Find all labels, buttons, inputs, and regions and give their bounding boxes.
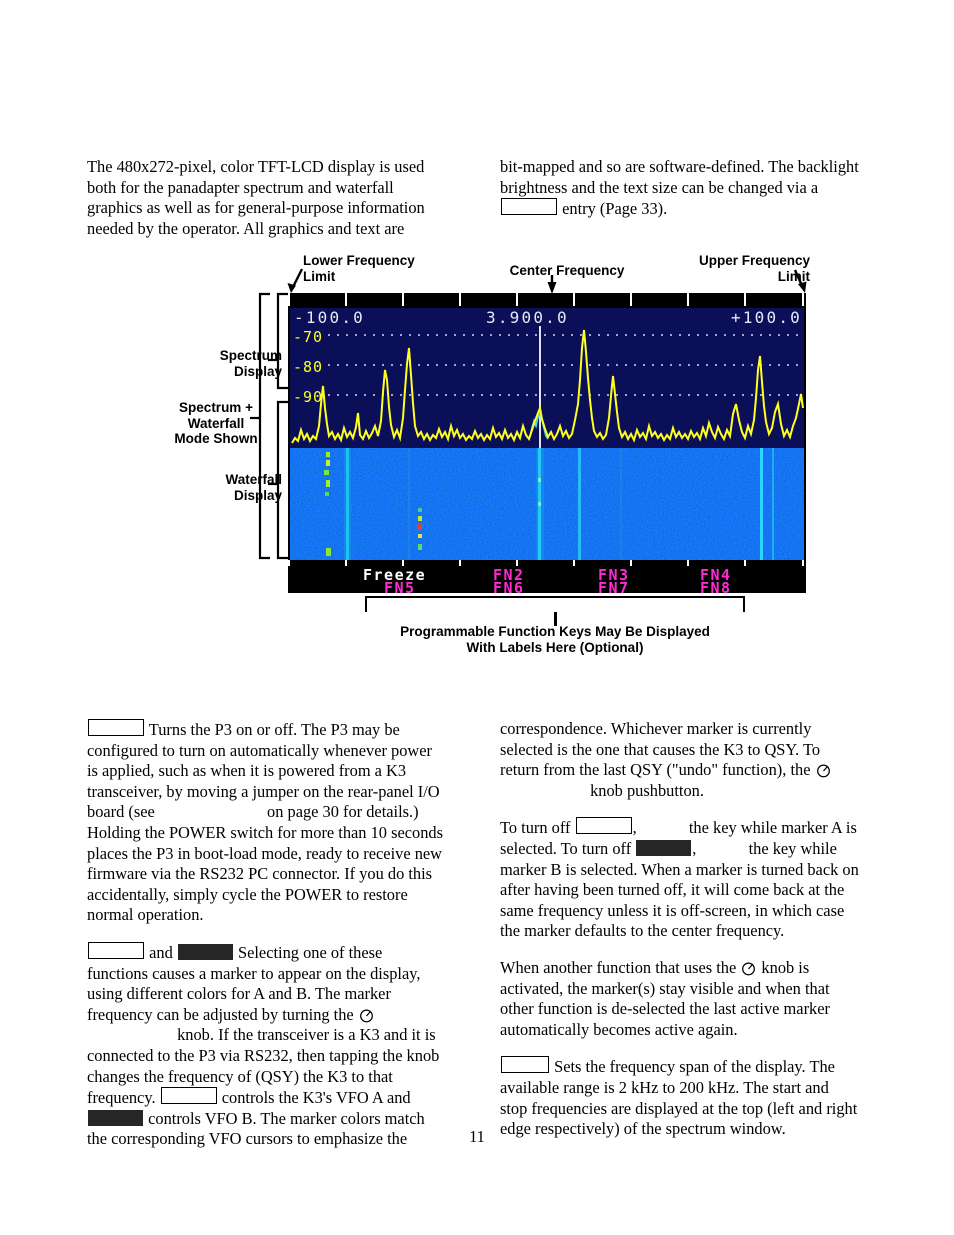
waterfall-display [290, 448, 804, 560]
spectrum-center-frequency: 3.900.0 [486, 308, 569, 327]
turnoff-seg4: , [692, 838, 701, 858]
waterfall-graph [290, 448, 804, 560]
power-paragraph: Turns the P3 on or off. The P3 may be co… [87, 719, 447, 926]
callout-upper-frequency-limit: Upper Frequency Limit [698, 253, 810, 284]
turnoff-paragraph: To turn off , the key while marker A is … [500, 817, 860, 942]
intro-right-paragraph: bit-mapped and so are software-defined. … [500, 157, 860, 220]
redacted-marker-a-box [88, 941, 144, 959]
rotary-knob-icon [359, 1008, 374, 1023]
document-page: The 480x272-pixel, color TFT-LCD display… [0, 0, 954, 1235]
redacted-vfo-a-box [160, 1087, 217, 1105]
fn-key-fn6[interactable]: FN6 [493, 579, 525, 593]
redacted-marker-b-box [636, 839, 692, 856]
redacted-marker-a-box [575, 817, 632, 835]
callout-spectrum-waterfall-mode: Spectrum + Waterfall Mode Shown [174, 400, 258, 446]
turnoff-seg2: , [632, 818, 641, 838]
function-key-span-bracket [365, 596, 745, 612]
page-number: 11 [469, 1127, 485, 1146]
fn-key-fn8[interactable]: FN8 [700, 579, 732, 593]
spectrum-graph [291, 326, 804, 448]
callout-lower-frequency-limit: Lower Frequency Limit [303, 253, 415, 284]
callout-center-frequency: Center Frequency [509, 263, 625, 278]
lcd-top-tick-bar [288, 293, 806, 309]
fn-key-fn5[interactable]: FN5 [384, 579, 416, 593]
marker-paragraph-seg4: controls the K3's VFO A and [217, 1088, 411, 1108]
redacted-marker-b-box [177, 943, 233, 960]
redacted-menu-entry-box [501, 198, 557, 216]
span-seg1: Sets the frequency span of the display. … [500, 1057, 858, 1139]
marker-paragraph-seg1: and [145, 942, 177, 962]
intro-right-text-before: bit-mapped and so are software-defined. … [500, 157, 859, 197]
body-left-column: Turns the P3 on or off. The P3 may be co… [87, 719, 447, 1150]
redacted-vfo-b-box [88, 1109, 143, 1126]
another-function-paragraph: When another function that uses the knob… [500, 958, 860, 1040]
function-key-bar: Freeze FN2 FN3 FN4 FN5 FN6 FN7 FN8 [288, 560, 806, 593]
spectrum-lower-frequency: -100.0 [294, 308, 365, 327]
spectrum-upper-frequency: +100.0 [731, 308, 802, 327]
correspondence-seg2: knob pushbutton. [586, 780, 704, 800]
correspondence-paragraph: correspondence. Whichever marker is curr… [500, 719, 860, 801]
figure-caption: Programmable Function Keys May Be Displa… [400, 624, 710, 655]
spectrum-display: -100.0 3.900.0 +100.0 -70 -80 -90 [290, 308, 804, 448]
intro-left-paragraph: The 480x272-pixel, color TFT-LCD display… [87, 157, 425, 238]
intro-right-column: bit-mapped and so are software-defined. … [500, 157, 860, 220]
p3-display-figure: Lower Frequency Limit Center Frequency U… [150, 248, 830, 668]
turnoff-seg1: To turn off [500, 818, 575, 838]
redacted-power-button-box [88, 719, 144, 736]
spectrum-db-label-80: -80 [293, 358, 324, 376]
rotary-knob-icon [741, 961, 756, 976]
callout-spectrum-display: Spectrum Display [219, 348, 282, 379]
spectrum-db-label-90: -90 [293, 388, 324, 406]
intro-right-text-after: entry (Page 33). [558, 199, 668, 219]
marker-paragraph: and Selecting one of these functions cau… [87, 941, 447, 1150]
redacted-span-button-box [501, 1056, 549, 1074]
another-function-seg1: When another function that uses the [500, 957, 741, 977]
p3-lcd-panel: -100.0 3.900.0 +100.0 -70 -80 -90 Freeze… [288, 293, 806, 593]
spectrum-db-label-70: -70 [293, 328, 324, 346]
callout-waterfall-display: Waterfall Display [225, 472, 282, 503]
correspondence-seg1: correspondence. Whichever marker is curr… [500, 719, 821, 780]
intro-left-column: The 480x272-pixel, color TFT-LCD display… [87, 157, 447, 239]
body-right-column: correspondence. Whichever marker is curr… [500, 719, 860, 1140]
fn-key-fn7[interactable]: FN7 [598, 579, 630, 593]
rotary-knob-icon [816, 763, 831, 778]
